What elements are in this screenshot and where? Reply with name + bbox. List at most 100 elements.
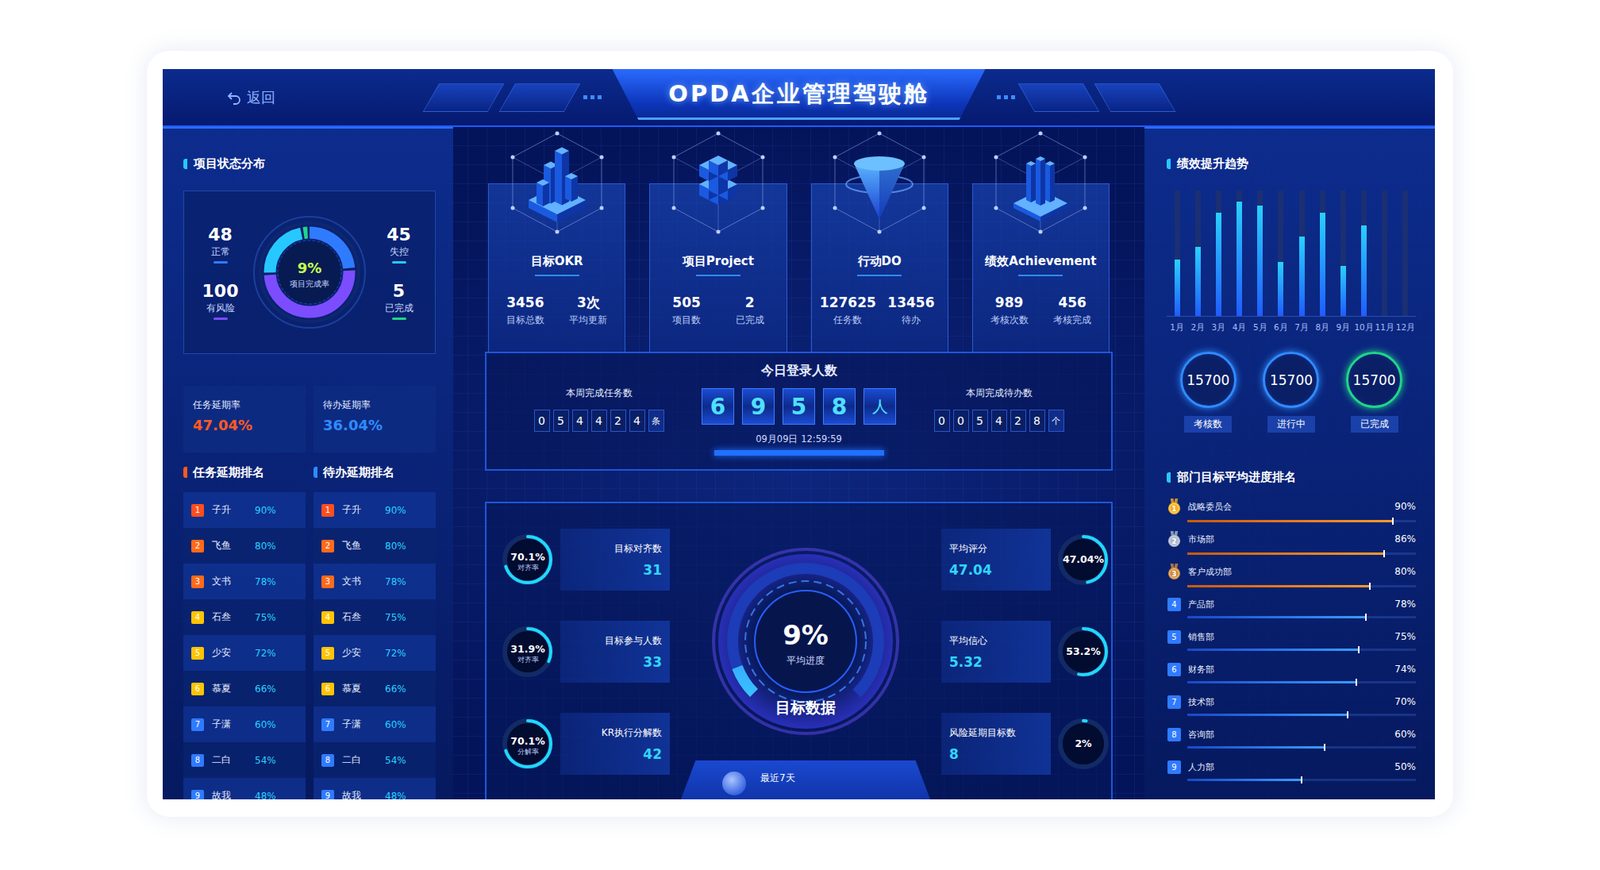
ranking-title: 任务延期排名 (183, 461, 306, 484)
stat-underline (213, 317, 228, 320)
module-underline (696, 274, 741, 277)
rank-value: 75% (384, 611, 407, 624)
progress-fill (1187, 778, 1302, 781)
back-button[interactable]: 返回 (221, 84, 281, 111)
bar-track (1299, 190, 1305, 316)
status-stats: 45失控5已完成 (369, 224, 429, 320)
module-card[interactable]: 绩效Achievement989考核次数456考核完成 (972, 126, 1110, 352)
department-row: 2市场部86% (1166, 526, 1416, 559)
rank-value: 90% (384, 504, 407, 516)
goal-metric: 平均信心5.3253.2% (941, 605, 1112, 698)
department-name: 技术部 (1188, 696, 1389, 708)
page: 返回OPDA企业管理驾驶舱项目状态分布48正常100有风险9%项目完成率45失控… (0, 0, 1600, 870)
strip-indicator (714, 450, 885, 456)
progress-track (1187, 746, 1416, 749)
department-name: 咨询部 (1188, 728, 1389, 741)
module-name: 目标OKR (530, 252, 584, 270)
ranking-row: 8二白54% (183, 742, 306, 778)
total-circle: 15700 (1262, 351, 1320, 408)
digit-unit: 条 (648, 409, 665, 432)
rank-name: 子升 (211, 503, 247, 517)
rank-badge: 7 (321, 718, 335, 731)
rank-value: 60% (254, 719, 277, 731)
month-axis: 1月2月3月4月5月6月7月8月9月10月11月12月 (1166, 319, 1416, 335)
back-label: 返回 (246, 88, 276, 108)
department-row: 1战略委员会90% (1166, 493, 1416, 527)
department-value: 50% (1394, 761, 1416, 773)
goal-metrics-right: 平均评分47.0447.04%平均信心5.3253.2%风险延期目标数82% (941, 513, 1112, 800)
module-stat-label: 已完成 (735, 314, 765, 327)
rank-badge: 6 (191, 682, 204, 696)
module-stat: 456考核完成 (1040, 293, 1104, 327)
ranking-row: 5少安72% (313, 634, 436, 671)
digit-box: 0 (934, 409, 950, 432)
rank-value: 72% (254, 647, 277, 659)
ring-gauge: 47.04% (1055, 531, 1112, 588)
rank-value: 48% (254, 790, 277, 800)
department-name: 战略委员会 (1188, 500, 1389, 513)
rank-badge: 2 (321, 539, 335, 553)
delay-rate-value: 36.04% (323, 416, 427, 434)
ranking-list: 任务延期排名1子升90%2飞鱼80%3文书78%4石叁75%5少安72%6慕夏6… (183, 461, 306, 800)
department-line: 2市场部86% (1166, 530, 1416, 548)
rank-badge: 7 (191, 718, 204, 731)
donut-segment (269, 232, 350, 312)
delay-rate-card: 待办延期率36.04% (313, 385, 436, 453)
total-circles: 15700考核数15700进行中15700已完成 (1166, 351, 1416, 433)
ranking-list: 待办延期排名1子升90%2飞鱼80%3文书78%4石叁75%5少安72%6慕夏6… (313, 461, 436, 800)
counter-strip: 本周完成任务数054424条今日登录人数6958人09月09日 12:59:59… (484, 351, 1113, 471)
goal-metric: 风险延期目标数82% (941, 697, 1112, 790)
bar-column (1291, 190, 1312, 316)
department-row: 8咨询部60% (1166, 721, 1416, 754)
rank-badge: 6 (1167, 662, 1181, 677)
rank-badge: 5 (321, 646, 335, 660)
rank-name: 子潇 (211, 717, 247, 731)
rank-badge: 5 (1167, 630, 1181, 644)
module-card[interactable]: 目标OKR3456目标总数3次平均更新 (488, 126, 626, 352)
stat-value: 100 (202, 280, 239, 302)
rank-value: 75% (254, 611, 277, 624)
digit-box: 0 (953, 409, 970, 432)
project-status-box: 48正常100有风险9%项目完成率45失控5已完成 (183, 190, 436, 354)
header-right (985, 69, 1436, 126)
bar (1174, 259, 1181, 316)
progress-fill (1187, 519, 1393, 523)
bar-track (1381, 190, 1388, 316)
medal-icon: 2 (1166, 530, 1182, 548)
metric-label: 平均信心 (949, 634, 1043, 648)
range-tab[interactable]: 最近7天 (674, 760, 937, 800)
metric-label: KR执行分解数 (601, 726, 662, 740)
department-value: 75% (1394, 630, 1416, 643)
department-line: 4产品部78% (1166, 597, 1416, 612)
bar-track (1277, 190, 1284, 316)
department-line: 1战略委员会90% (1166, 498, 1416, 516)
bar-column (1332, 190, 1354, 316)
rank-badge: 5 (191, 646, 204, 660)
rank-name: 飞鱼 (342, 538, 377, 553)
module-card[interactable]: 项目Project505项目数2已完成 (649, 126, 787, 352)
rank-name: 二白 (342, 753, 377, 767)
medal-icon: 1 (1166, 498, 1182, 516)
metric-box: KR执行分解数42 (560, 712, 670, 775)
metric-box: 目标对齐数31 (560, 528, 670, 591)
donut-center-value: 9% (297, 259, 323, 277)
bar-column (1250, 190, 1271, 316)
delay-rates: 任务延期率47.04%待办延期率36.04% (183, 385, 436, 453)
stat-underline (213, 261, 228, 264)
donut-segment (269, 232, 350, 312)
module-stat: 989考核次数 (977, 293, 1042, 327)
metric-value: 47.04 (949, 561, 1043, 578)
stat-label: 有风险 (206, 301, 235, 316)
progress-fill (1187, 680, 1357, 684)
ring-gauge: 70.1%对齐率 (500, 531, 556, 588)
ranking-row: 8二白54% (313, 742, 436, 778)
digit-box: 9 (742, 388, 775, 425)
rank-value: 54% (254, 754, 277, 766)
progress-track (1187, 615, 1416, 619)
ring-value: 2% (1074, 737, 1093, 750)
module-stat-value: 989 (995, 293, 1024, 312)
month-label: 7月 (1291, 319, 1312, 335)
module-card[interactable]: 行动DO127625任务数13456待办 (811, 126, 949, 352)
rank-badge: 9 (1167, 760, 1181, 774)
bar (1215, 212, 1222, 316)
